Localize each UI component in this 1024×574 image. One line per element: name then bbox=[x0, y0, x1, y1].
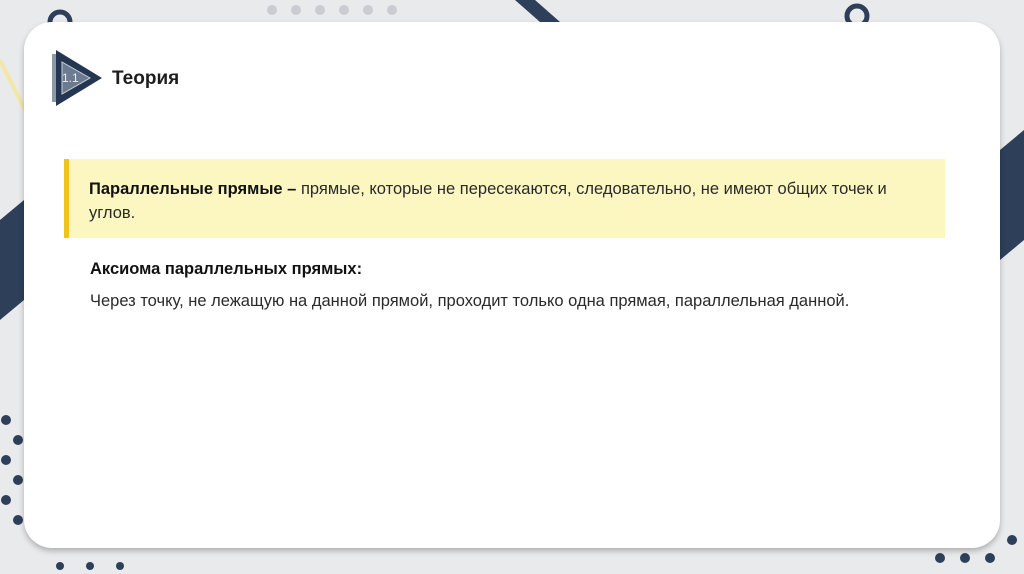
axiom-text: Через точку, не лежащую на данной прямой… bbox=[90, 292, 850, 310]
definition-box: Параллельные прямые – прямые, которые не… bbox=[64, 159, 945, 238]
definition-term: Параллельные прямые bbox=[89, 180, 283, 198]
section-number: 1.1 bbox=[62, 71, 79, 85]
definition-dash: – bbox=[282, 180, 301, 198]
slide-card bbox=[24, 22, 1000, 548]
page-title: Теория bbox=[112, 68, 180, 89]
axiom-heading: Аксиома параллельных прямых: bbox=[90, 260, 363, 278]
